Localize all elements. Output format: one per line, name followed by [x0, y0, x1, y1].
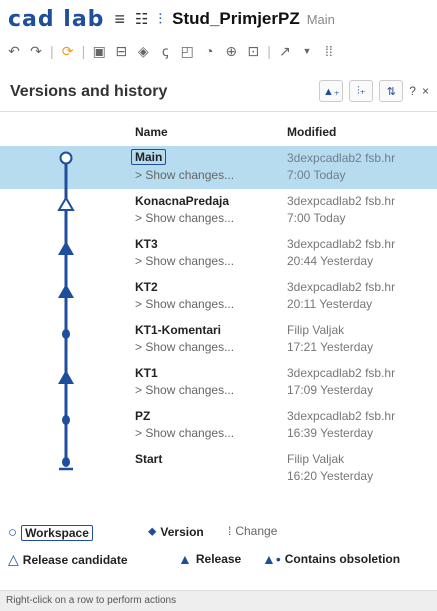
legend-release: ▲ Release — [178, 551, 241, 567]
modified-time: 20:44 Yesterday — [287, 254, 374, 268]
release-node[interactable] — [58, 284, 74, 298]
legend-change: ⁞ Change — [228, 524, 277, 538]
extrude-icon[interactable]: ⊟ — [113, 43, 129, 60]
help-icon[interactable]: ? — [409, 84, 416, 98]
shell-icon[interactable]: ⊕ — [223, 43, 239, 60]
modified-by: 3dexpcadlab2 fsb.hr — [287, 151, 396, 165]
toolbar-divider: | — [50, 43, 54, 59]
show-changes-link[interactable]: > Show changes... — [135, 211, 234, 225]
workspace-node[interactable] — [59, 151, 73, 165]
version-graph — [57, 151, 75, 471]
version-node[interactable] — [62, 457, 70, 467]
chamfer-icon[interactable]: ◔ — [201, 43, 217, 59]
show-changes-link[interactable]: > Show changes... — [135, 168, 234, 182]
branch-icon: ⫶₊ — [357, 85, 366, 97]
modified-by: 3dexpcadlab2 fsb.hr — [287, 280, 396, 294]
modified-time: 16:20 Yesterday — [287, 469, 374, 483]
create-version-button[interactable]: ▲₊ — [319, 80, 344, 102]
graph-legend: ○ Workspace ⬥ Version ⁞ Change △ Release… — [0, 524, 437, 584]
legend-obsoletion: ▲• Contains obsoletion — [262, 551, 400, 567]
release-candidate-icon: △ — [8, 551, 19, 567]
release-node[interactable] — [58, 241, 74, 255]
modified-time: 17:21 Yesterday — [287, 340, 374, 354]
version-name: Start — [135, 452, 163, 466]
panel-title: Versions and history — [10, 82, 168, 100]
panel-header: Versions and history ▲₊ ⫶₊ ⇅ ? × — [0, 72, 437, 112]
branch-button[interactable]: ⫶₊ — [349, 80, 374, 102]
version-name: KT3 — [135, 237, 158, 251]
modified-time: 16:39 Yesterday — [287, 426, 374, 440]
release-node[interactable] — [58, 370, 74, 384]
toolbar-divider: | — [267, 43, 271, 59]
legend-workspace-label: Workspace — [21, 524, 93, 541]
undo-icon[interactable]: ↶ — [6, 43, 22, 60]
top-bar: cad lab ≡ ☷ ⫶ Stud_PrimjerPZ Main — [0, 0, 437, 38]
fillet-icon[interactable]: ◰ — [179, 43, 195, 60]
legend-release-candidate-label: Release candidate — [22, 552, 128, 567]
obsoletion-icon: ▲• — [262, 551, 281, 567]
version-node[interactable] — [62, 329, 70, 339]
legend-workspace: ○ Workspace — [8, 524, 93, 541]
version-name: KT2 — [135, 280, 158, 294]
modified-by: 3dexpcadlab2 fsb.hr — [287, 194, 396, 208]
dropdown-caret-icon[interactable]: ▼ — [299, 46, 315, 56]
feature-list-icon[interactable]: ☷ — [135, 10, 148, 28]
version-name: KonacnaPredaja — [135, 194, 230, 208]
legend-change-label: Change — [235, 524, 278, 538]
regenerate-icon[interactable]: ⟳ — [60, 43, 76, 60]
show-changes-link[interactable]: > Show changes... — [135, 426, 234, 440]
revolve-icon[interactable]: ◈ — [135, 43, 151, 60]
version-name: Main — [131, 149, 167, 165]
app-logo[interactable]: cad lab — [8, 7, 104, 32]
modified-time: 20:11 Yesterday — [287, 297, 373, 311]
modified-by: 3dexpcadlab2 fsb.hr — [287, 366, 396, 380]
modified-time: 17:09 Yesterday — [287, 383, 374, 397]
toolbar-divider: | — [81, 43, 86, 59]
plane-icon[interactable]: ⊡ — [245, 43, 261, 60]
legend-release-candidate: △ Release candidate — [8, 551, 128, 568]
toolbar: ↶ ↷ | ⟳ | ▣ ⊟ ◈ ꞔ ◰ ◔ ⊕ ⊡ | ↗ ▼ ⁞⁞ — [0, 38, 437, 64]
status-bar: Right-click on a row to perform actions — [0, 590, 437, 611]
version-name: KT1-Komentari — [135, 323, 222, 337]
legend-version-label: Version — [160, 524, 204, 539]
show-changes-link[interactable]: > Show changes... — [135, 383, 234, 397]
release-candidate-node[interactable] — [57, 196, 75, 211]
hamburger-menu-icon[interactable]: ≡ — [114, 9, 125, 30]
modified-by: Filip Valjak — [287, 452, 345, 466]
legend-release-label: Release — [195, 552, 242, 566]
version-name: KT1 — [135, 366, 158, 380]
mate-icon[interactable]: ↗ — [277, 43, 293, 60]
modified-by: 3dexpcadlab2 fsb.hr — [287, 237, 396, 251]
version-graph-icon[interactable]: ⫶ — [158, 11, 162, 28]
sweep-icon[interactable]: ꞔ — [157, 42, 173, 61]
legend-version: ⬥ Version — [148, 524, 204, 539]
branch-label: Main — [306, 11, 335, 27]
modified-time: 7:00 Today — [287, 211, 346, 225]
panel-actions: ▲₊ ⫶₊ ⇅ ? × — [319, 80, 429, 102]
modified-by: 3dexpcadlab2 fsb.hr — [287, 409, 396, 423]
pattern-icon[interactable]: ⁞⁞ — [321, 43, 337, 59]
version-icon: ⬥ — [148, 524, 157, 538]
modified-time: 7:00 Today — [287, 168, 346, 182]
change-icon: ⁞ — [228, 524, 232, 538]
column-header-name[interactable]: Name — [135, 125, 168, 139]
compare-icon: ⇅ — [386, 85, 396, 98]
compare-button[interactable]: ⇅ — [379, 80, 404, 102]
modified-by: Filip Valjak — [287, 323, 345, 337]
create-version-icon: ▲₊ — [322, 85, 340, 98]
document-title[interactable]: Stud_PrimjerPZ — [172, 9, 300, 29]
close-icon[interactable]: × — [422, 84, 429, 98]
workspace-icon: ○ — [8, 524, 18, 541]
redo-icon[interactable]: ↷ — [28, 43, 44, 60]
show-changes-link[interactable]: > Show changes... — [135, 254, 234, 268]
show-changes-link[interactable]: > Show changes... — [135, 297, 234, 311]
version-name: PZ — [135, 409, 151, 423]
column-header-modified[interactable]: Modified — [287, 125, 336, 139]
legend-obsoletion-label: Contains obsoletion — [284, 552, 401, 566]
sketch-icon[interactable]: ▣ — [91, 43, 107, 60]
show-changes-link[interactable]: > Show changes... — [135, 340, 234, 354]
version-node[interactable] — [62, 415, 70, 425]
release-icon: ▲ — [178, 551, 192, 567]
